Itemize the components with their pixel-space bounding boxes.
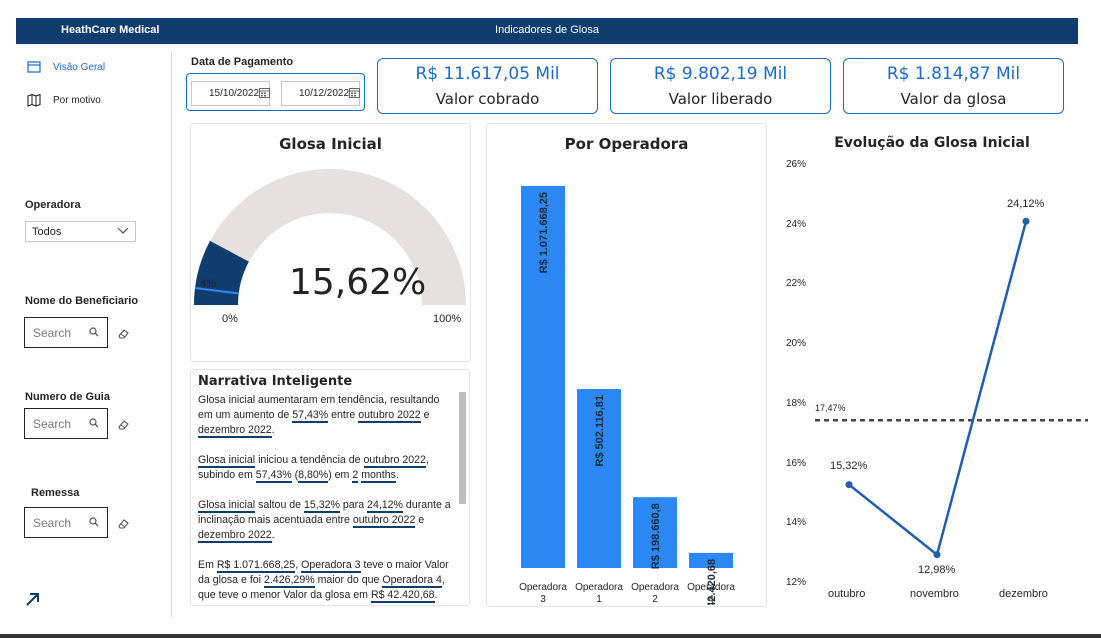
x-category-label: 4 <box>708 594 714 605</box>
operadora-dropdown[interactable]: Todos <box>25 221 136 242</box>
search-icon <box>89 516 99 530</box>
map-icon <box>26 93 41 108</box>
operadora-label: Operadora <box>25 199 81 211</box>
narrative-paragraph: Em R$ 1.071.668,25, Operadora 3 teve o m… <box>198 559 449 603</box>
arrow-up-right-icon[interactable] <box>25 591 41 611</box>
x-category-label: 1 <box>596 594 602 605</box>
gauge-value: 15,62% <box>289 262 427 303</box>
end-date-input[interactable]: 10/12/2022 <box>281 81 361 106</box>
gauge-min-label: 0% <box>222 313 238 325</box>
calendar-icon[interactable] <box>259 87 271 101</box>
overview-icon <box>26 60 41 75</box>
nav-item-por-motivo[interactable]: Por motivo <box>26 90 101 110</box>
kpi-value: R$ 1.814,87 Mil <box>886 64 1021 84</box>
beneficiario-search-input[interactable]: Search <box>24 317 108 348</box>
bar-chart: R$ 1.071.668,25Operadora3R$ 502.116,81Op… <box>519 186 735 605</box>
x-tick-label: dezembro <box>999 588 1048 600</box>
x-category-label: 3 <box>540 594 546 605</box>
page-title: Indicadores de Glosa <box>495 24 599 36</box>
line-point[interactable] <box>933 551 941 559</box>
narrative-title: Narrativa Inteligente <box>198 374 353 389</box>
line-chart-title: Evolução da Glosa Inicial <box>834 135 1030 151</box>
remessa-search-input[interactable]: Search <box>24 507 108 538</box>
bar-data-label: R$ 1.071.668,25 <box>538 192 550 273</box>
x-category-label: Operadora <box>631 582 679 593</box>
line-point-label: 24,12% <box>1007 198 1045 210</box>
gauge-chart <box>194 169 466 305</box>
gauge-max-label: 100% <box>433 313 462 325</box>
kpi-card-valor-liberado: R$ 9.802,19 Mil Valor liberado <box>610 58 831 114</box>
date-slicer-label: Data de Pagamento <box>191 56 294 68</box>
gauge-target-label: 4% <box>200 278 216 290</box>
x-tick-label: novembro <box>910 588 959 600</box>
chevron-down-icon <box>117 226 129 238</box>
kpi-card-valor-cobrado: R$ 11.617,05 Mil Valor cobrado <box>377 58 598 114</box>
calendar-icon[interactable] <box>349 87 361 101</box>
search-icon <box>89 326 99 340</box>
sidebar-divider <box>171 52 172 617</box>
eraser-icon[interactable] <box>117 325 131 339</box>
narrative-paragraph: Glosa inicial aumentaram em tendência, r… <box>198 394 440 438</box>
line-point-label: 15,32% <box>830 460 868 472</box>
nav-label: Visão Geral <box>53 61 106 73</box>
average-line-label: 17,47% <box>815 403 846 413</box>
nav-item-visao-geral[interactable]: Visão Geral <box>26 57 105 77</box>
narrative-paragraph: Glosa inicial saltou de 15,32% para 24,1… <box>198 499 451 543</box>
guia-search-input[interactable]: Search <box>24 408 108 439</box>
kpi-label: Valor da glosa <box>900 90 1007 108</box>
series-line <box>848 220 1028 557</box>
search-placeholder: Search <box>33 515 72 530</box>
x-category-label: Operadora <box>575 582 623 593</box>
narrative-paragraph: Glosa inicial iniciou a tendência de out… <box>198 454 429 483</box>
end-date-value: 10/12/2022 <box>299 88 350 99</box>
line-point[interactable] <box>845 481 853 489</box>
search-placeholder: Search <box>33 416 72 431</box>
kpi-value: R$ 9.802,19 Mil <box>653 64 788 84</box>
kpi-label: Valor liberado <box>668 90 773 108</box>
search-icon <box>89 417 99 431</box>
start-date-input[interactable]: 15/10/2022 <box>191 81 271 106</box>
bar-data-label: R$ 502.116,81 <box>594 395 606 467</box>
line-chart <box>815 217 1088 559</box>
remessa-label: Remessa <box>31 487 80 499</box>
title-bar: HeathCare Medical Indicadores de Glosa <box>16 18 1078 44</box>
search-placeholder: Search <box>33 325 72 340</box>
x-category-label: 2 <box>652 594 658 605</box>
narrative-text: Glosa inicial aumentaram em tendência, r… <box>198 393 451 618</box>
narrative-scrollbar[interactable] <box>459 392 466 504</box>
guia-label: Numero de Guia <box>25 391 110 403</box>
bottom-border <box>0 634 1101 638</box>
x-category-label: Operadora <box>687 582 735 593</box>
line-point[interactable] <box>1022 217 1030 225</box>
eraser-icon[interactable] <box>117 515 131 529</box>
kpi-value: R$ 11.617,05 Mil <box>415 64 560 84</box>
start-date-value: 15/10/2022 <box>209 88 260 99</box>
kpi-label: Valor cobrado <box>435 90 540 108</box>
eraser-icon[interactable] <box>117 416 131 430</box>
bar-data-label: R$ 198.660,8 <box>650 503 662 569</box>
x-tick-label: outubro <box>828 588 866 600</box>
beneficiario-label: Nome do Beneficiario <box>25 295 139 307</box>
kpi-card-valor-glosa: R$ 1.814,87 Mil Valor da glosa <box>843 58 1064 114</box>
operadora-selected: Todos <box>32 225 62 238</box>
nav-label: Por motivo <box>53 94 101 106</box>
line-point-label: 12,98% <box>918 564 956 576</box>
x-category-label: Operadora <box>519 582 567 593</box>
